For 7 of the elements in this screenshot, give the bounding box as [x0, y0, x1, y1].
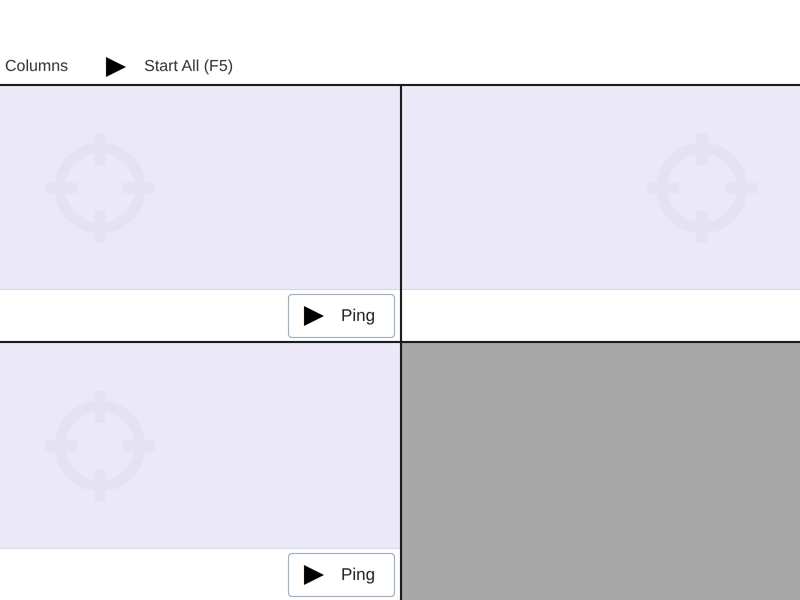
play-icon [304, 306, 324, 326]
play-icon [106, 57, 126, 77]
ping-button[interactable]: Ping [288, 294, 395, 338]
columns-button[interactable]: Columns [0, 56, 74, 78]
play-icon [304, 564, 324, 584]
start-all-button[interactable]: Start All (F5) [101, 55, 238, 79]
ping-button[interactable]: Ping [288, 552, 395, 596]
